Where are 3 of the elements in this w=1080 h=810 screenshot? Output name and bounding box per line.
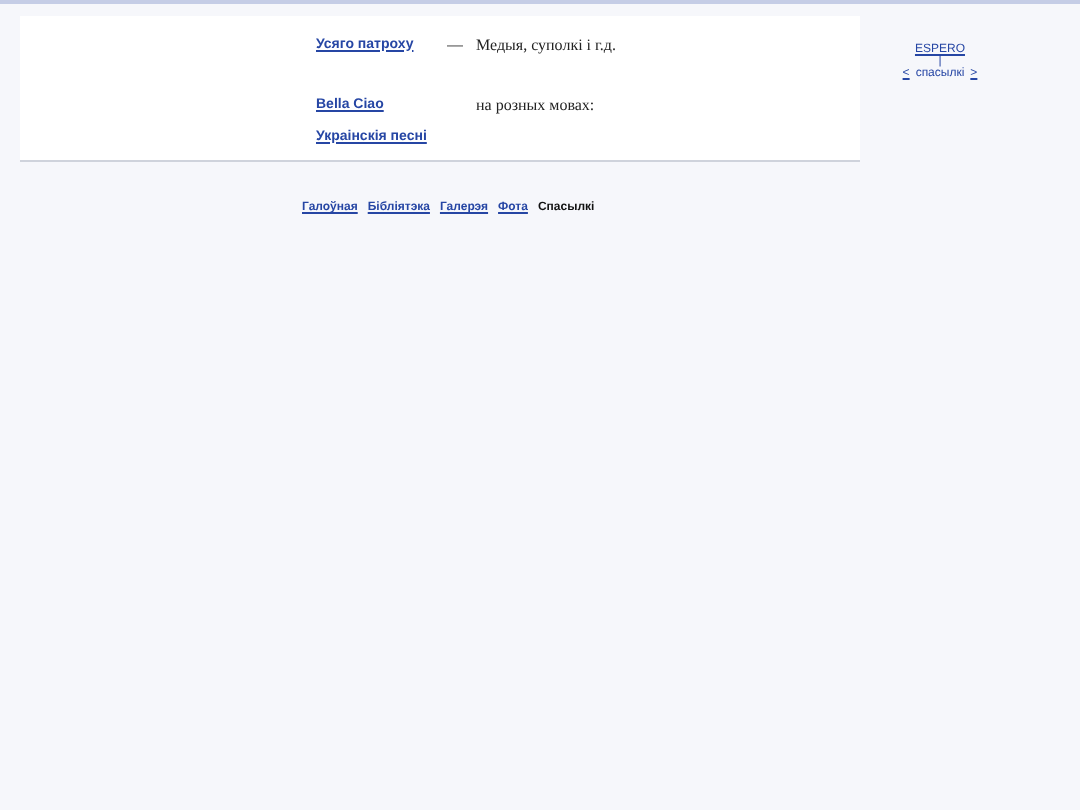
link-description: на розных мовах: xyxy=(476,95,595,113)
link-description: Медыя, суполкі і г.д. xyxy=(476,35,616,53)
dash-separator: — xyxy=(447,35,463,53)
